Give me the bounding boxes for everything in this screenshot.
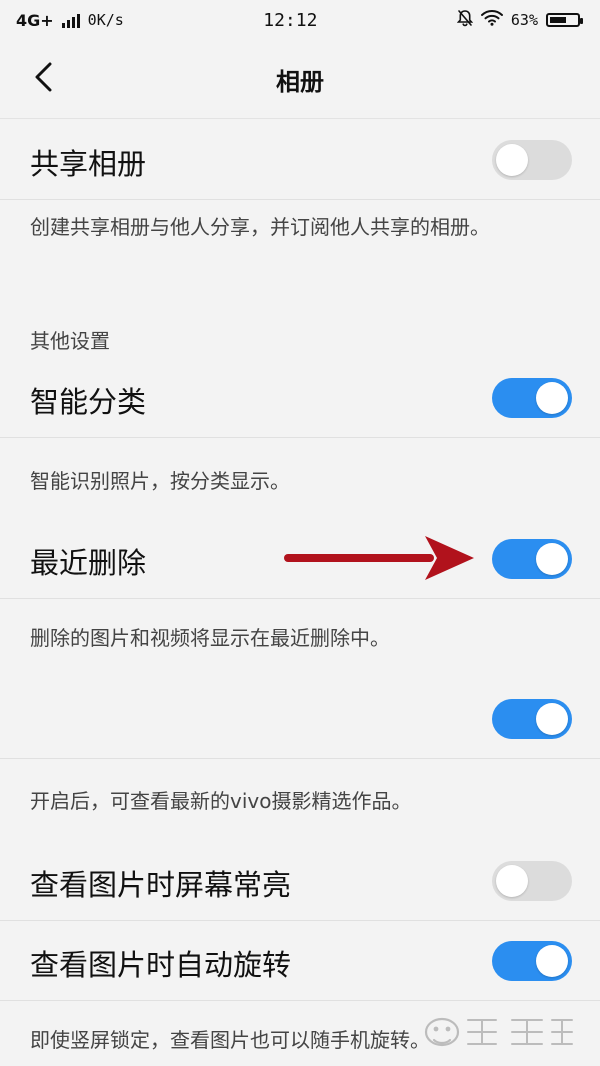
vivo-featured-toggle[interactable] [492,699,572,739]
battery-percentage: 63% [510,11,538,29]
toggle-knob [536,945,568,977]
recently-deleted-toggle[interactable] [492,539,572,579]
auto-rotate-description: 即使竖屏锁定，查看图片也可以随手机旋转。 [30,1028,430,1052]
setting-keep-screen-on-row: 查看图片时屏幕常亮 [0,840,600,921]
setting-recently-deleted-label: 最近删除 [30,546,147,580]
setting-vivo-featured-row [0,678,600,759]
setting-smart-classify-row: 智能分类 [0,357,600,438]
keep-screen-on-toggle[interactable] [492,861,572,901]
network-speed: 0K/s [87,11,124,29]
status-right: 63% [456,9,583,31]
status-left: 4G+ 0K/s [16,11,124,30]
signal-icon [61,12,80,28]
shared-album-description: 创建共享相册与他人分享，并订阅他人共享的相册。 [30,215,490,239]
toggle-knob [536,543,568,575]
toggle-knob [496,144,528,176]
network-type: 4G+ [16,10,54,30]
toggle-knob [536,703,568,735]
recently-deleted-description: 删除的图片和视频将显示在最近删除中。 [30,626,390,650]
battery-icon [545,13,583,27]
setting-shared-album-label: 共享相册 [30,147,147,181]
wifi-icon [480,10,503,30]
smart-classify-description: 智能识别照片，按分类显示。 [30,469,290,493]
setting-recently-deleted-row: 最近删除 [0,518,600,599]
setting-smart-classify-label: 智能分类 [30,385,147,419]
chevron-left-icon [35,62,52,92]
page-title: 相册 [276,67,324,96]
vivo-featured-description: 开启后，可查看最新的vivo摄影精选作品。 [30,789,412,813]
battery-level-fill [549,17,567,23]
setting-auto-rotate-row: 查看图片时自动旋转 [0,920,600,1001]
setting-auto-rotate-label: 查看图片时自动旋转 [30,948,292,982]
mute-notification-icon [456,9,474,31]
auto-rotate-toggle[interactable] [492,941,572,981]
status-bar: 4G+ 0K/s 12:12 63% [0,0,600,40]
shared-album-toggle[interactable] [492,140,572,180]
toggle-knob [496,865,528,897]
setting-shared-album-row: 共享相册 [0,119,600,200]
status-time: 12:12 [263,9,318,31]
smart-classify-toggle[interactable] [492,378,572,418]
back-button[interactable] [28,62,58,92]
section-other-settings: 其他设置 [30,329,110,353]
setting-keep-screen-on-label: 查看图片时屏幕常亮 [30,868,292,902]
app-header: 相册 [0,40,600,119]
toggle-knob [536,382,568,414]
